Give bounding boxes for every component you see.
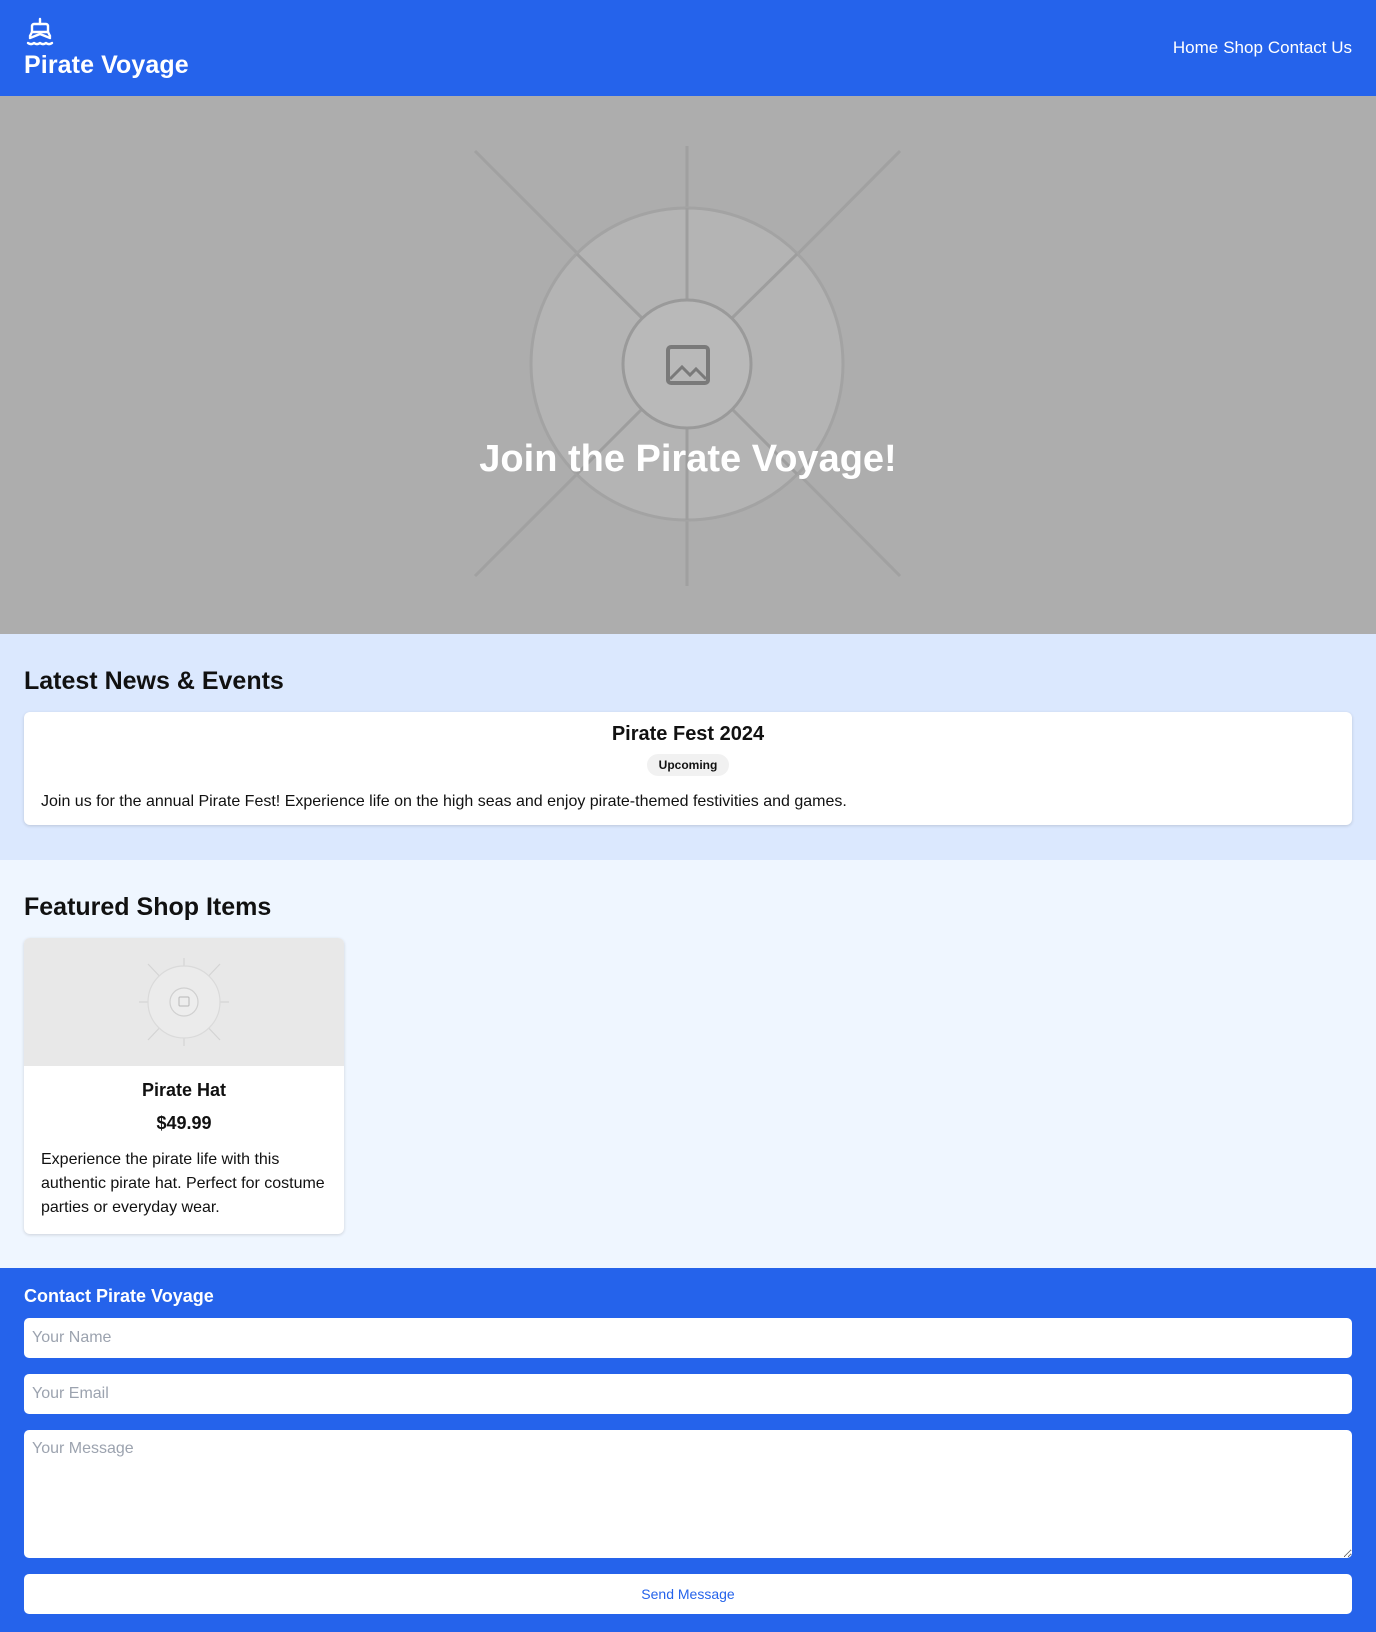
product-card[interactable]: Pirate Hat $49.99 Experience the pirate … bbox=[24, 938, 344, 1234]
event-title: Pirate Fest 2024 bbox=[611, 723, 765, 745]
site-header: Pirate Voyage Home Shop Contact Us bbox=[0, 0, 1376, 96]
contact-form: Send Message bbox=[24, 1318, 1352, 1614]
image-placeholder-icon bbox=[139, 958, 229, 1046]
product-image bbox=[24, 938, 344, 1066]
news-heading: Latest News & Events bbox=[24, 667, 284, 695]
hero-heading: Join the Pirate Voyage! bbox=[479, 438, 897, 480]
shop-heading: Featured Shop Items bbox=[24, 893, 272, 921]
name-field[interactable] bbox=[24, 1318, 1352, 1358]
brand[interactable]: Pirate Voyage bbox=[24, 16, 189, 80]
event-description: Join us for the annual Pirate Fest! Expe… bbox=[41, 793, 847, 810]
message-field[interactable] bbox=[24, 1430, 1352, 1558]
main-nav: Home Shop Contact Us bbox=[1173, 38, 1352, 58]
image-placeholder-icon bbox=[473, 146, 902, 586]
site-title: Pirate Voyage bbox=[24, 51, 189, 79]
news-section: Latest News & Events Pirate Fest 2024 Up… bbox=[0, 634, 1376, 860]
contact-section: Contact Pirate Voyage Send Message bbox=[0, 1268, 1376, 1632]
send-message-button[interactable]: Send Message bbox=[24, 1574, 1352, 1614]
contact-heading: Contact Pirate Voyage bbox=[24, 1286, 214, 1306]
nav-contact-link[interactable]: Contact Us bbox=[1268, 38, 1352, 58]
email-field[interactable] bbox=[24, 1374, 1352, 1414]
nav-shop-link[interactable]: Shop bbox=[1223, 38, 1263, 58]
product-description: Experience the pirate life with this aut… bbox=[41, 1151, 325, 1216]
product-name: Pirate Hat bbox=[141, 1080, 227, 1100]
hero-banner: Join the Pirate Voyage! bbox=[0, 96, 1376, 634]
status-badge: Upcoming bbox=[646, 754, 730, 776]
news-card: Pirate Fest 2024 Upcoming Join us for th… bbox=[24, 712, 1352, 825]
nav-home-link[interactable]: Home bbox=[1173, 38, 1218, 58]
ship-icon bbox=[26, 17, 54, 46]
shop-section: Featured Shop Items Pirate Hat $49.99 Ex… bbox=[0, 860, 1376, 1268]
product-price: $49.99 bbox=[156, 1113, 212, 1133]
